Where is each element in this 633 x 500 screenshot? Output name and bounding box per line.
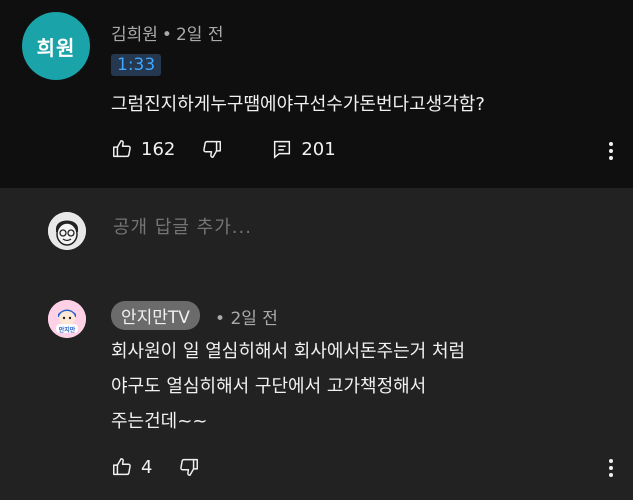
reply-input[interactable] [111,216,595,239]
reply-count: 201 [301,138,336,160]
thumb-down-icon [201,138,223,160]
reply-input-row [0,188,633,278]
thumb-up-icon [111,138,133,160]
comment-line: 야구도 열심히해서 구단에서 고가책정해서 [111,376,427,397]
meta-separator: • [161,25,172,45]
comment-line: 주는건데~~ [111,411,208,432]
meta-separator: • [215,309,226,329]
like-button[interactable]: 162 [111,138,175,160]
comment-meta: 김희원 • 2일 전 [111,20,223,45]
like-count: 162 [141,138,176,160]
timestamp-link[interactable]: 1:33 [111,54,162,76]
like-button[interactable]: 4 [111,456,152,478]
comment-meta: • 2일 전 [215,304,278,329]
dislike-button[interactable] [178,456,200,478]
comment-text: 회사원이 일 열심히해서 회사에서돈주는거 처럼 야구도 열심히해서 구단에서 … [111,334,465,439]
time-ago: 2일 전 [175,25,224,45]
channel-avatar-label: 안지만 [58,327,76,334]
thumb-up-icon [111,456,133,478]
comment-icon [271,138,293,160]
replies-button[interactable]: 201 [271,138,336,160]
author-avatar[interactable]: 희원 [22,12,90,80]
thumb-down-icon [178,456,200,478]
more-vert-icon[interactable] [607,459,615,477]
comment-text: 그럼진지하게누구땜에야구선수가돈번다고생각함? [111,94,485,115]
comment-reply: 안지만 안지만TV • 2일 전 회사원이 일 열심히해서 회사에서돈주는거 처… [0,278,633,500]
comment-actions: 162 201 [111,138,336,160]
author-name[interactable]: 김희원 [111,25,158,45]
channel-badge[interactable]: 안지만TV [111,301,200,330]
time-ago: 2일 전 [230,309,278,329]
dislike-button[interactable] [201,138,223,160]
channel-avatar[interactable]: 안지만 [48,300,86,338]
comment-main: 희원 김희원 • 2일 전 1:33 그럼진지하게누구땜에야구선수가돈번다고생각함?… [0,0,633,188]
comment-actions: 4 [111,456,200,478]
like-count: 4 [141,456,153,478]
comment-line: 회사원이 일 열심히해서 회사에서돈주는거 처럼 [111,341,466,362]
more-vert-icon[interactable] [607,142,615,160]
avatar-initials: 희원 [36,35,76,60]
user-avatar-icon [48,212,86,250]
